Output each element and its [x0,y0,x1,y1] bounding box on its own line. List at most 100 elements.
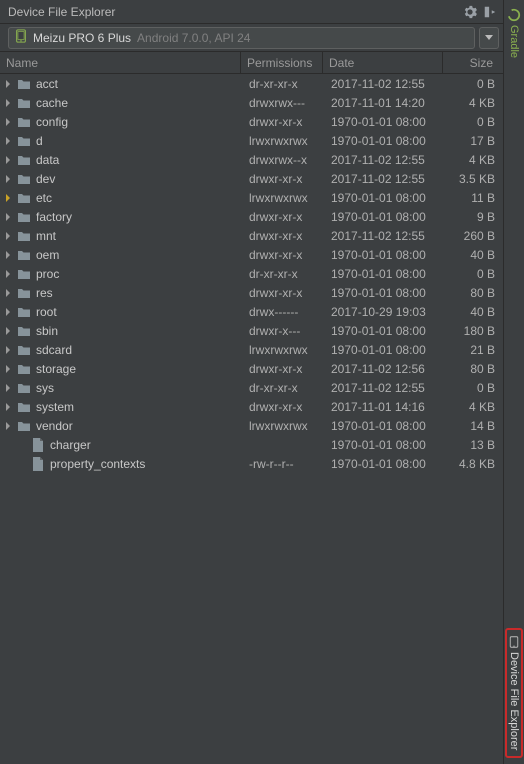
chevron-right-icon[interactable] [2,268,14,280]
file-tree[interactable]: acctdr-xr-xr-x2017-11-02 12:550 Bcachedr… [0,74,503,764]
chevron-right-icon[interactable] [2,363,14,375]
size-cell: 260 B [445,229,503,243]
size-cell: 4.8 KB [445,457,503,471]
device-dropdown-button[interactable] [479,27,499,49]
folder-icon [16,266,32,282]
chevron-right-icon[interactable] [2,154,14,166]
device-selector[interactable]: Meizu PRO 6 Plus Android 7.0.0, API 24 [8,27,475,49]
gradle-tab-label: Gradle [508,25,520,58]
table-row[interactable]: configdrwxr-xr-x1970-01-01 08:000 B [0,112,503,131]
chevron-right-icon[interactable] [2,116,14,128]
file-name: res [36,286,53,300]
chevron-right-icon[interactable] [2,420,14,432]
size-cell: 0 B [445,115,503,129]
permissions-cell: drwxrwx--- [243,96,325,110]
gradle-tab[interactable]: Gradle [507,4,521,62]
gradle-icon [507,8,521,22]
table-row[interactable]: factorydrwxr-xr-x1970-01-01 08:009 B [0,207,503,226]
chevron-right-icon[interactable] [2,382,14,394]
date-cell: 2017-11-02 12:55 [325,381,445,395]
table-row[interactable]: rootdrwx------2017-10-29 19:0340 B [0,302,503,321]
folder-icon [16,304,32,320]
size-cell: 4 KB [445,153,503,167]
permissions-cell: -rw-r--r-- [243,457,325,471]
chevron-right-icon[interactable] [2,230,14,242]
phone-icon [15,29,27,46]
date-cell: 1970-01-01 08:00 [325,343,445,357]
size-cell: 3.5 KB [445,172,503,186]
table-row[interactable]: systemdrwxr-xr-x2017-11-01 14:164 KB [0,397,503,416]
permissions-cell: lrwxrwxrwx [243,134,325,148]
table-row[interactable]: acctdr-xr-xr-x2017-11-02 12:550 B [0,74,503,93]
table-row[interactable]: vendorlrwxrwxrwx1970-01-01 08:0014 B [0,416,503,435]
size-cell: 40 B [445,248,503,262]
side-tab-strip: Gradle Device File Explorer [504,0,524,764]
size-cell: 0 B [445,77,503,91]
column-header-permissions[interactable]: Permissions [241,52,323,73]
size-cell: 17 B [445,134,503,148]
table-row[interactable]: mntdrwxr-xr-x2017-11-02 12:55260 B [0,226,503,245]
size-cell: 11 B [445,191,503,205]
date-cell: 1970-01-01 08:00 [325,267,445,281]
folder-icon [16,133,32,149]
chevron-right-icon[interactable] [2,249,14,261]
chevron-right-icon[interactable] [2,287,14,299]
folder-icon [16,76,32,92]
table-row[interactable]: dlrwxrwxrwx1970-01-01 08:0017 B [0,131,503,150]
folder-icon [16,209,32,225]
chevron-right-icon[interactable] [2,401,14,413]
table-row[interactable]: charger1970-01-01 08:0013 B [0,435,503,454]
file-name: storage [36,362,76,376]
folder-icon [16,342,32,358]
device-name: Meizu PRO 6 Plus [33,31,131,45]
chevron-right-icon[interactable] [2,325,14,337]
table-row[interactable]: devdrwxr-xr-x2017-11-02 12:553.5 KB [0,169,503,188]
date-cell: 1970-01-01 08:00 [325,248,445,262]
table-row[interactable]: datadrwxrwx--x2017-11-02 12:554 KB [0,150,503,169]
date-cell: 2017-11-01 14:16 [325,400,445,414]
table-row[interactable]: property_contexts-rw-r--r--1970-01-01 08… [0,454,503,473]
permissions-cell: dr-xr-xr-x [243,77,325,91]
file-name: dev [36,172,55,186]
table-row[interactable]: resdrwxr-xr-x1970-01-01 08:0080 B [0,283,503,302]
chevron-right-icon[interactable] [2,97,14,109]
chevron-right-icon[interactable] [2,78,14,90]
chevron-right-icon[interactable] [2,211,14,223]
folder-icon [16,361,32,377]
date-cell: 1970-01-01 08:00 [325,134,445,148]
table-row[interactable]: cachedrwxrwx---2017-11-01 14:204 KB [0,93,503,112]
table-row[interactable]: sysdr-xr-xr-x2017-11-02 12:550 B [0,378,503,397]
date-cell: 1970-01-01 08:00 [325,210,445,224]
table-row[interactable]: sdcardlrwxrwxrwx1970-01-01 08:0021 B [0,340,503,359]
gear-icon[interactable] [463,5,477,19]
date-cell: 2017-11-02 12:55 [325,229,445,243]
table-row[interactable]: procdr-xr-xr-x1970-01-01 08:000 B [0,264,503,283]
folder-icon [16,247,32,263]
device-file-explorer-tab[interactable]: Device File Explorer [505,628,523,758]
column-header-date[interactable]: Date [323,52,443,73]
folder-icon [16,152,32,168]
file-name: root [36,305,57,319]
permissions-cell: drwxr-xr-x [243,210,325,224]
table-row[interactable]: storagedrwxr-xr-x2017-11-02 12:5680 B [0,359,503,378]
chevron-right-icon[interactable] [2,306,14,318]
table-row[interactable]: oemdrwxr-xr-x1970-01-01 08:0040 B [0,245,503,264]
table-row[interactable]: sbindrwxr-x---1970-01-01 08:00180 B [0,321,503,340]
panel-title: Device File Explorer [8,5,115,19]
chevron-right-icon[interactable] [2,135,14,147]
folder-icon [16,114,32,130]
column-header-size[interactable]: Size [443,52,501,73]
table-header: Name Permissions Date Size [0,52,503,74]
permissions-cell: lrwxrwxrwx [243,191,325,205]
chevron-right-icon[interactable] [2,173,14,185]
file-name: charger [50,438,91,452]
column-header-name[interactable]: Name [0,52,241,73]
chevron-right-icon[interactable] [2,192,14,204]
table-row[interactable]: etclrwxrwxrwx1970-01-01 08:0011 B [0,188,503,207]
hide-icon[interactable] [483,5,497,19]
chevron-right-icon[interactable] [2,344,14,356]
file-name: sdcard [36,343,72,357]
device-selector-row: Meizu PRO 6 Plus Android 7.0.0, API 24 [0,24,503,52]
date-cell: 2017-11-02 12:55 [325,153,445,167]
device-detail: Android 7.0.0, API 24 [137,31,250,45]
